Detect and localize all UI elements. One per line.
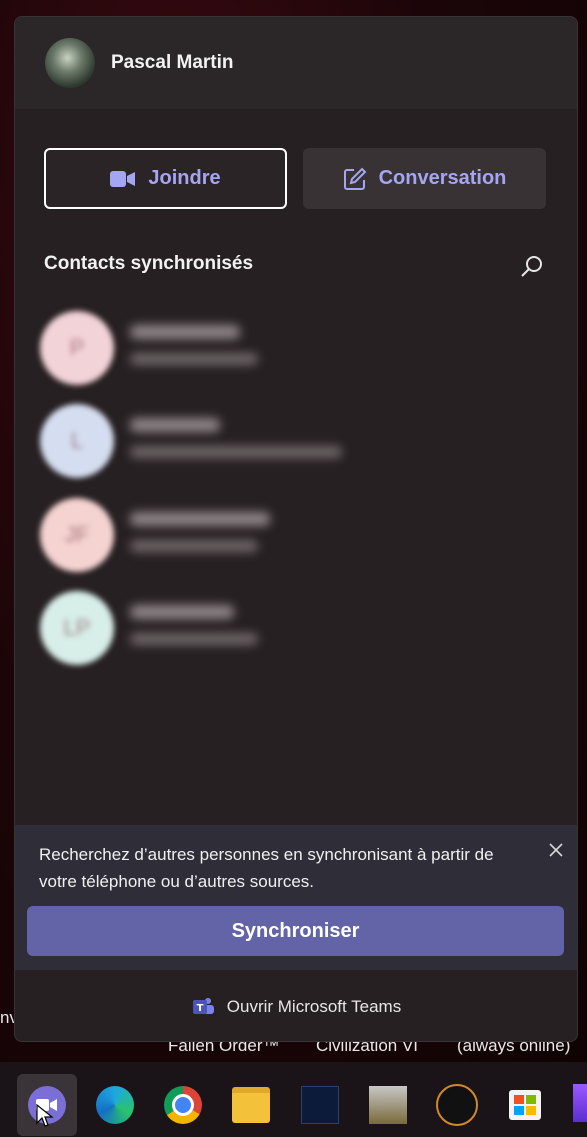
flight-simulator-icon — [301, 1086, 339, 1124]
contact-detail-blurred — [130, 446, 342, 458]
svg-text:T: T — [196, 1003, 203, 1014]
chrome-icon — [164, 1086, 202, 1124]
folder-icon — [232, 1087, 270, 1123]
contact-avatar: JF — [40, 498, 114, 572]
star-citizen-icon — [436, 1084, 478, 1126]
contact-name-blurred — [130, 325, 240, 339]
sync-contacts-banner: Recherchez d’autres personnes en synchro… — [15, 825, 577, 970]
close-icon[interactable] — [547, 841, 565, 859]
contact-list-item[interactable]: L — [40, 404, 540, 484]
taskbar-microsoft-store[interactable] — [495, 1074, 555, 1136]
taskbar-file-explorer[interactable] — [221, 1074, 281, 1136]
mouse-cursor-icon — [36, 1104, 54, 1127]
action-buttons: Joindre Conversation — [44, 148, 546, 209]
sync-message: Recherchez d’autres personnes en synchro… — [39, 845, 494, 891]
join-label: Joindre — [148, 167, 221, 189]
profile-header: Pascal Martin — [15, 17, 577, 110]
teams-chat-flyout: Pascal Martin Joindre Conversation Conta… — [14, 16, 578, 1042]
taskbar-chrome[interactable] — [153, 1074, 213, 1136]
contact-name-blurred — [130, 512, 270, 526]
contact-list-item[interactable]: JF — [40, 498, 540, 578]
taskbar-flight-simulator[interactable] — [290, 1074, 350, 1136]
search-icon[interactable] — [519, 253, 545, 279]
edge-icon — [96, 1086, 134, 1124]
contact-detail-blurred — [130, 633, 258, 645]
avatar[interactable] — [45, 38, 95, 88]
join-meeting-button[interactable]: Joindre — [44, 148, 287, 209]
open-teams-label: Ouvrir Microsoft Teams — [226, 997, 402, 1016]
taskbar — [0, 1062, 587, 1137]
sync-button[interactable]: Synchroniser — [27, 906, 564, 956]
taskbar-edge[interactable] — [85, 1074, 145, 1136]
contact-detail-blurred — [130, 353, 258, 365]
new-conversation-button[interactable]: Conversation — [303, 148, 546, 209]
contacts-section-title: Contacts synchronisés — [44, 253, 254, 274]
user-name: Pascal Martin — [111, 52, 234, 73]
compose-icon — [343, 167, 367, 190]
teams-logo-icon: T — [192, 998, 214, 1014]
spad-next-icon — [369, 1086, 407, 1124]
taskbar-overflow-app[interactable] — [573, 1084, 587, 1122]
contact-avatar: L — [40, 404, 114, 478]
contact-avatar: LP — [40, 591, 114, 665]
contact-name-blurred — [130, 418, 220, 432]
contact-list-item[interactable]: LP — [40, 591, 540, 671]
taskbar-star-citizen[interactable] — [427, 1074, 487, 1136]
store-icon — [509, 1090, 541, 1120]
contact-list-item[interactable]: P — [40, 311, 540, 391]
conversation-label: Conversation — [378, 167, 507, 189]
taskbar-spad-next[interactable] — [358, 1074, 418, 1136]
contact-detail-blurred — [130, 540, 258, 552]
video-camera-icon — [110, 170, 136, 187]
contact-avatar: P — [40, 311, 114, 385]
open-teams-link[interactable]: T Ouvrir Microsoft Teams — [15, 985, 577, 1029]
contact-name-blurred — [130, 605, 234, 619]
